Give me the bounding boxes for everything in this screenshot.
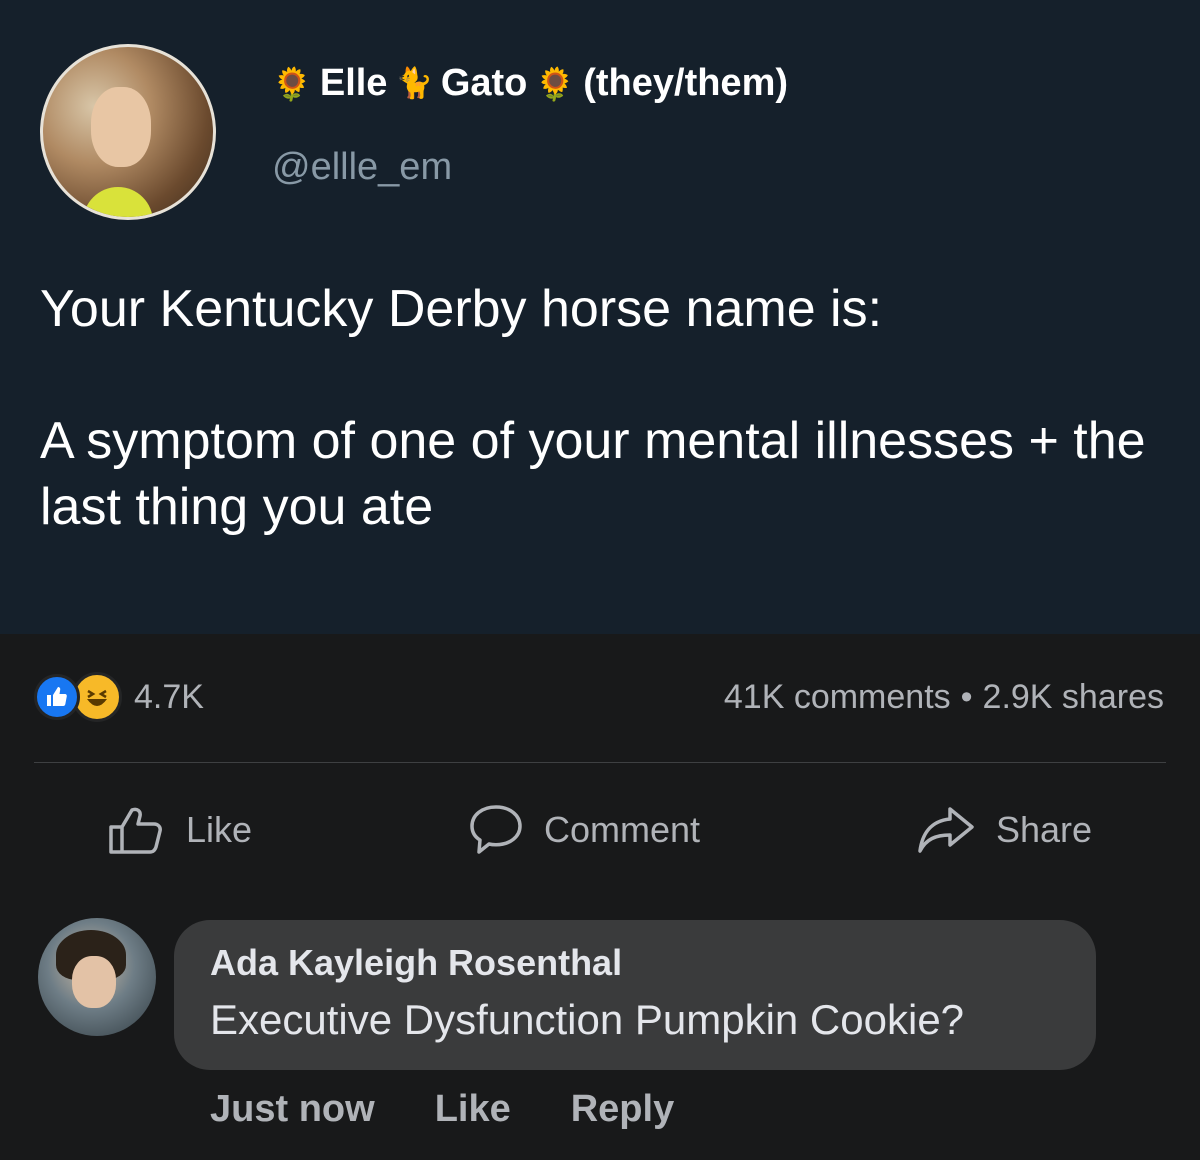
comment-reply-button[interactable]: Reply	[571, 1088, 674, 1131]
comment-button[interactable]: Comment	[468, 803, 700, 857]
sunflower-icon: 🌻	[535, 65, 576, 102]
like-reaction-icon	[34, 674, 80, 720]
tweet-text-line1: Your Kentucky Derby horse name is:	[40, 280, 883, 338]
share-arrow-icon	[918, 807, 974, 853]
reaction-count: 4.7K	[134, 677, 204, 716]
cat-icon: 🐈	[395, 66, 433, 100]
tweet-handle: @ellle_em	[272, 146, 453, 188]
comment-actions: Just now Like Reply	[210, 1088, 674, 1131]
tweet-display-name: 🌻 Elle 🐈 Gato 🌻 (they/them)	[272, 62, 788, 105]
like-button[interactable]: Like	[108, 805, 252, 855]
comment-label: Comment	[543, 809, 700, 850]
shares-count-link[interactable]: 2.9K shares	[983, 678, 1164, 716]
divider	[34, 762, 1166, 763]
comment-timestamp[interactable]: Just now	[210, 1088, 375, 1131]
sunflower-icon: 🌻	[272, 65, 312, 102]
tweet-body: Your Kentucky Derby horse name is: A sym…	[40, 276, 1180, 540]
thumbs-up-icon	[109, 807, 162, 854]
comments-count-link[interactable]: 41K comments	[724, 678, 951, 716]
avatar-face	[91, 87, 151, 167]
tweet-text-line2: A symptom of one of your mental illnesse…	[40, 412, 1146, 536]
share-button[interactable]: Share	[916, 805, 1092, 855]
tweet-pronouns: (they/them)	[583, 62, 789, 104]
like-label: Like	[185, 809, 253, 850]
stats-separator: •	[960, 678, 973, 716]
comment-author[interactable]: Ada Kayleigh Rosenthal	[210, 942, 1060, 984]
tweet-name-second: Gato	[440, 62, 528, 104]
tweet-name-first: Elle	[319, 62, 388, 104]
comment-text: Executive Dysfunction Pumpkin Cookie?	[210, 996, 965, 1043]
tweet-avatar	[40, 44, 216, 220]
shared-tweet-image[interactable]: 🌻 Elle 🐈 Gato 🌻 (they/them) @ellle_em Yo…	[0, 0, 1200, 634]
post-action-bar: Like Comment Share	[0, 790, 1200, 870]
comment-icon	[470, 805, 522, 854]
comment-like-button[interactable]: Like	[435, 1088, 511, 1131]
post-stats: 41K comments • 2.9K shares	[724, 678, 1164, 717]
avatar-face	[72, 956, 116, 1008]
reactions-summary[interactable]: 4.7K	[34, 672, 204, 722]
avatar-shirt	[83, 187, 153, 217]
comment-bubble[interactable]: Ada Kayleigh Rosenthal Executive Dysfunc…	[174, 920, 1096, 1070]
commenter-avatar[interactable]	[38, 918, 156, 1036]
share-label: Share	[995, 809, 1093, 850]
